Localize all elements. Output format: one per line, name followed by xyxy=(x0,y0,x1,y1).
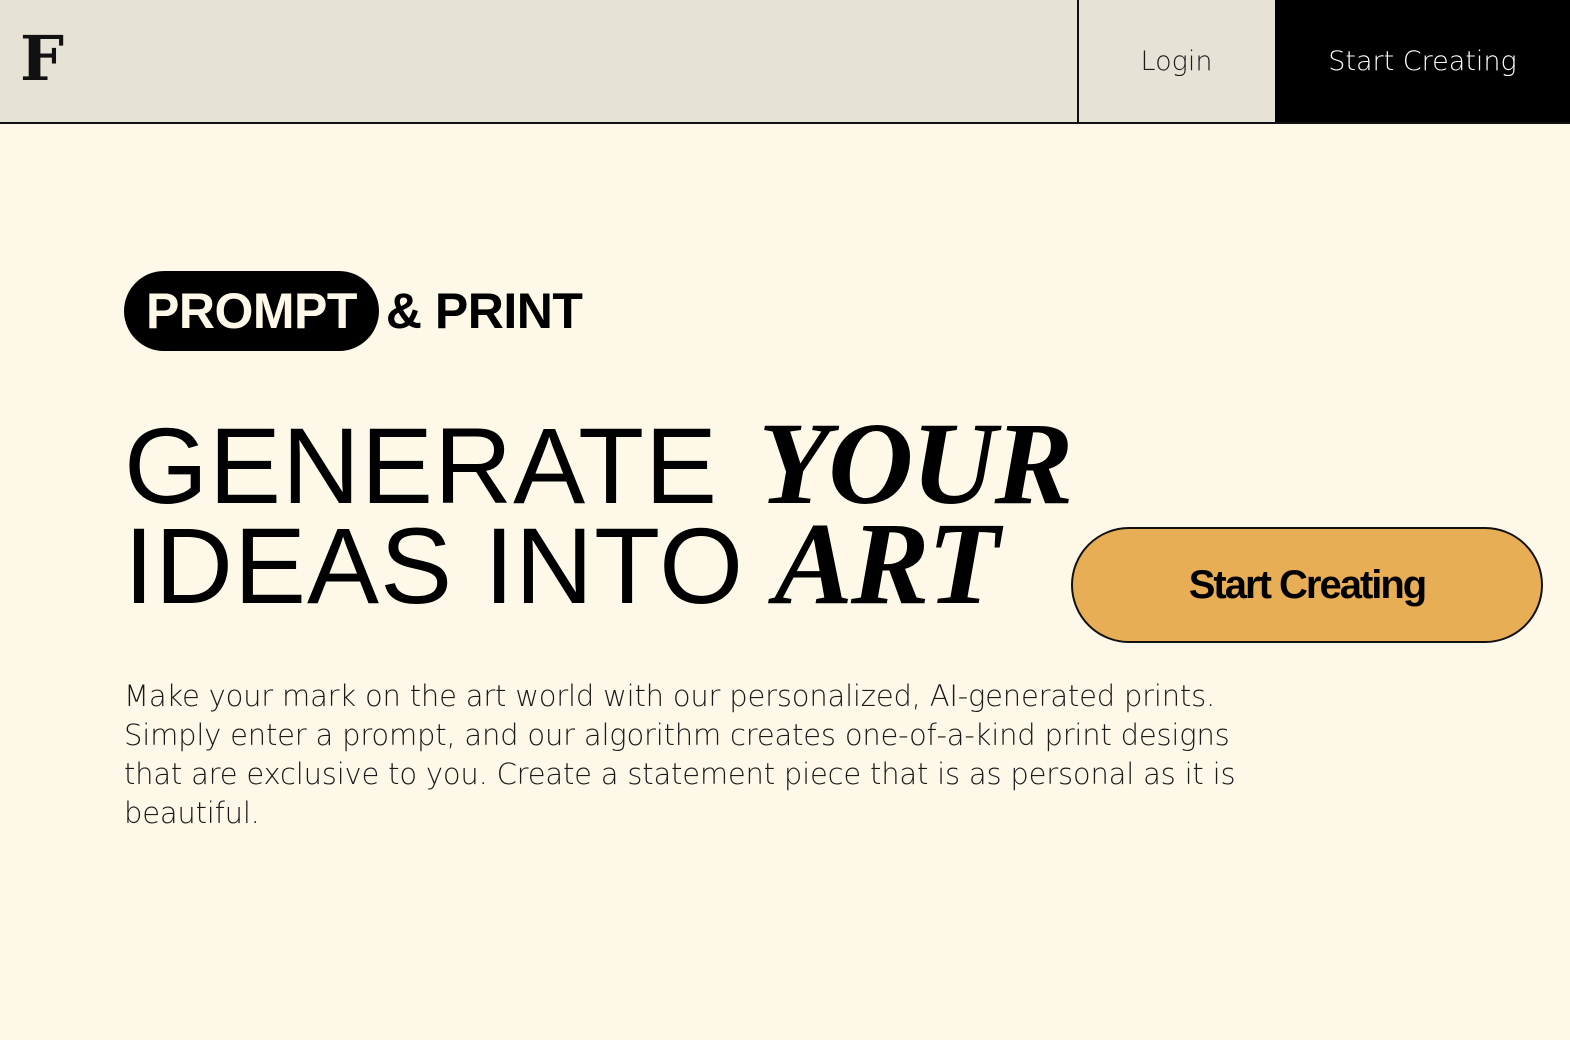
headline-line-2-italic: ART xyxy=(774,498,999,629)
brand-logo[interactable]: F xyxy=(20,24,64,94)
tagline-pill: PROMPT xyxy=(124,271,379,351)
hero-headline: GENERATE YOUR IDEAS INTO ART xyxy=(124,405,1073,623)
headline-line-1: GENERATE YOUR xyxy=(124,405,1073,523)
hero-start-creating-button[interactable]: Start Creating xyxy=(1071,527,1543,643)
tagline-rest: & PRINT xyxy=(385,283,583,339)
top-navigation-bar: F Login Start Creating xyxy=(0,0,1570,124)
headline-line-2: IDEAS INTO ART xyxy=(124,505,1044,623)
headline-line-2-regular: IDEAS INTO xyxy=(124,505,745,626)
hero-description: Make your mark on the art world with our… xyxy=(124,679,1236,830)
header-start-creating-button[interactable]: Start Creating xyxy=(1275,0,1570,122)
tagline: PROMPT & PRINT xyxy=(124,271,583,351)
login-button[interactable]: Login xyxy=(1077,0,1274,122)
